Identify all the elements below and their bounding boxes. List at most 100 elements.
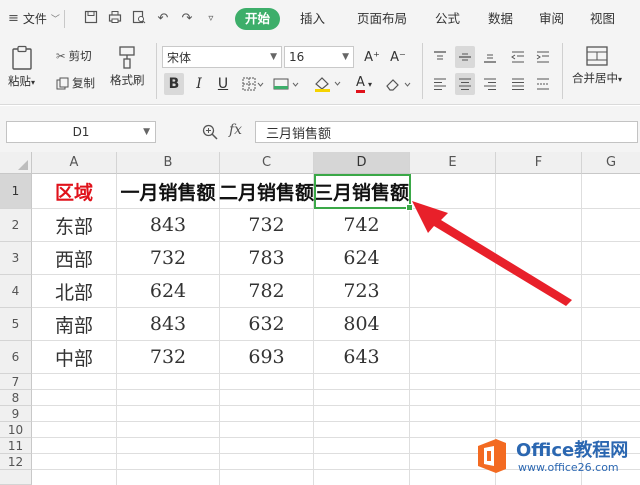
font-color-label: A: [356, 75, 365, 93]
cell-b3[interactable]: 732: [117, 242, 220, 275]
formula-input[interactable]: 三月销售额: [255, 121, 638, 143]
cell-b6[interactable]: 732: [117, 341, 220, 374]
print-preview-icon[interactable]: [131, 10, 147, 28]
row-header-10[interactable]: 10: [0, 422, 32, 438]
chevron-down-icon: ▾: [31, 78, 36, 87]
cell-c5[interactable]: 632: [220, 308, 314, 341]
print-icon[interactable]: [107, 10, 123, 28]
row-header-3[interactable]: 3: [0, 242, 32, 275]
cell-d3[interactable]: 624: [314, 242, 410, 275]
tab-formulas[interactable]: 公式: [423, 8, 472, 30]
decrease-indent-icon[interactable]: [508, 46, 528, 68]
align-bottom-icon[interactable]: [480, 46, 500, 68]
tab-page-layout[interactable]: 页面布局: [345, 8, 419, 30]
tab-review[interactable]: 审阅: [527, 8, 576, 30]
cell-c1[interactable]: 二月销售额: [219, 174, 314, 209]
cell-b2[interactable]: 843: [117, 209, 220, 242]
cell-a1[interactable]: 区域: [32, 174, 117, 209]
cell-a6[interactable]: 中部: [32, 341, 117, 374]
align-left-icon[interactable]: [430, 73, 450, 95]
divider: [156, 43, 157, 99]
fill-handle[interactable]: [406, 204, 413, 211]
tab-data[interactable]: 数据: [476, 8, 525, 30]
align-middle-icon[interactable]: [455, 46, 475, 68]
row-header-13[interactable]: [0, 470, 32, 485]
row-header-1[interactable]: 1: [0, 174, 32, 209]
align-center-icon[interactable]: [455, 73, 475, 95]
font-size-select[interactable]: 16 ▼: [284, 46, 354, 68]
redo-icon[interactable]: ↷: [179, 11, 195, 26]
paste-label: 粘贴: [8, 74, 31, 88]
merge-center-button[interactable]: 合并居中▾: [572, 45, 622, 86]
undo-icon[interactable]: ↶: [155, 11, 171, 26]
copy-button[interactable]: 复制: [56, 75, 95, 91]
cut-button[interactable]: ✂ 剪切: [56, 48, 92, 64]
cell-a5[interactable]: 南部: [32, 308, 117, 341]
row-header-11[interactable]: 11: [0, 438, 32, 454]
tab-start[interactable]: 开始: [234, 7, 280, 30]
cell-b1[interactable]: 一月销售额: [117, 174, 220, 209]
font-color-button[interactable]: A ▾: [350, 73, 378, 95]
file-menu[interactable]: ≡ 文件 ﹀: [0, 0, 60, 37]
format-painter-button[interactable]: 格式刷: [110, 45, 145, 88]
row-header-7[interactable]: 7: [0, 374, 32, 390]
fill-color-icon[interactable]: [272, 73, 302, 95]
cell-d6[interactable]: 643: [314, 341, 410, 374]
underline-button[interactable]: U: [213, 73, 233, 95]
save-icon[interactable]: [83, 10, 99, 28]
clipboard-icon: [10, 45, 34, 71]
increase-indent-icon[interactable]: [533, 46, 553, 68]
column-header-b[interactable]: B: [117, 152, 220, 174]
row-header-8[interactable]: 8: [0, 390, 32, 406]
cell-d4[interactable]: 723: [314, 275, 410, 308]
grow-font-button[interactable]: A⁺: [360, 46, 384, 68]
copy-label: 复制: [72, 76, 95, 90]
shrink-font-button[interactable]: A⁻: [386, 46, 410, 68]
cell-d2[interactable]: 742: [314, 209, 410, 242]
zoom-icon[interactable]: [202, 124, 218, 144]
column-header-g[interactable]: G: [582, 152, 640, 174]
column-header-c[interactable]: C: [220, 152, 314, 174]
highlight-color-icon[interactable]: [312, 73, 344, 95]
row-header-6[interactable]: 6: [0, 341, 32, 374]
column-header-d[interactable]: D: [314, 152, 410, 174]
row-header-5[interactable]: 5: [0, 308, 32, 341]
row-header-2[interactable]: 2: [0, 209, 32, 242]
office-logo-icon: [478, 439, 506, 473]
cell-c3[interactable]: 783: [220, 242, 314, 275]
borders-icon[interactable]: [240, 73, 266, 95]
hamburger-icon: ≡: [8, 11, 19, 26]
name-box[interactable]: D1 ▼: [6, 121, 156, 143]
cut-label: 剪切: [68, 49, 92, 63]
paste-button[interactable]: 粘贴▾: [8, 45, 35, 89]
cell-d5[interactable]: 804: [314, 308, 410, 341]
font-name-select[interactable]: 宋体 ▼: [162, 46, 282, 68]
cell-c6[interactable]: 693: [220, 341, 314, 374]
cell-b5[interactable]: 843: [117, 308, 220, 341]
row-header-4[interactable]: 4: [0, 275, 32, 308]
fx-icon[interactable]: fx: [229, 122, 242, 138]
column-header-e[interactable]: E: [410, 152, 496, 174]
tab-insert[interactable]: 插入: [288, 8, 337, 30]
row-header-9[interactable]: 9: [0, 406, 32, 422]
cell-a3[interactable]: 西部: [32, 242, 117, 275]
cell-b4[interactable]: 624: [117, 275, 220, 308]
watermark-url: www.office26.com: [518, 461, 619, 474]
cell-c2[interactable]: 732: [220, 209, 314, 242]
align-top-icon[interactable]: [430, 46, 450, 68]
select-all-corner[interactable]: [0, 152, 32, 174]
customize-toolbar-icon[interactable]: ▿: [203, 13, 219, 24]
tab-view[interactable]: 视图: [578, 8, 627, 30]
cell-a4[interactable]: 北部: [32, 275, 117, 308]
clear-format-icon[interactable]: [384, 73, 414, 95]
column-header-a[interactable]: A: [32, 152, 117, 174]
row-header-12[interactable]: 12: [0, 454, 32, 470]
column-header-f[interactable]: F: [496, 152, 582, 174]
italic-button[interactable]: I: [189, 73, 209, 95]
distribute-icon[interactable]: [533, 73, 553, 95]
justify-icon[interactable]: [508, 73, 528, 95]
bold-button[interactable]: B: [164, 73, 184, 95]
align-right-icon[interactable]: [480, 73, 500, 95]
cell-a2[interactable]: 东部: [32, 209, 117, 242]
cell-c4[interactable]: 782: [220, 275, 314, 308]
